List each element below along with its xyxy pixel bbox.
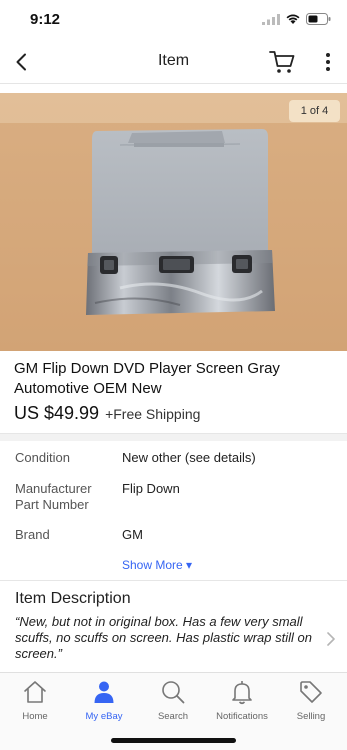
tab-my-ebay[interactable]: My eBay [72, 679, 136, 722]
listing-title: GM Flip Down DVD Player Screen Gray Auto… [14, 360, 280, 397]
home-indicator [111, 738, 236, 743]
person-icon [94, 681, 114, 703]
more-options-button[interactable] [318, 50, 338, 74]
section-divider [0, 433, 347, 441]
home-icon [24, 681, 46, 703]
item-description-heading: Item Description [15, 590, 131, 607]
tab-label: Notifications [216, 711, 268, 722]
tab-home[interactable]: Home [3, 679, 67, 722]
spec-label-mpn: Manufacturer Part Number [15, 481, 92, 512]
tag-icon [300, 681, 322, 703]
spec-value-condition[interactable]: New other (see details) [122, 450, 256, 466]
section-divider [0, 580, 347, 581]
search-icon [162, 681, 185, 704]
item-description-text[interactable]: “New, but not in original box. Has a few… [15, 614, 321, 662]
cart-icon [269, 51, 295, 73]
status-icons [262, 13, 331, 25]
tab-selling[interactable]: Selling [279, 679, 343, 722]
show-more-link[interactable]: Show More ▾ [122, 558, 192, 572]
signal-icon [262, 13, 280, 25]
tab-label: Search [157, 711, 189, 722]
price-row: US $49.99 +Free Shipping [14, 403, 200, 424]
status-bar: 9:12 [0, 0, 347, 40]
tab-search[interactable]: Search [141, 679, 205, 722]
status-time: 9:12 [30, 11, 61, 28]
bell-icon [232, 681, 252, 705]
spec-value-brand: GM [122, 527, 143, 542]
tab-label: Home [22, 711, 48, 722]
spec-label-brand: Brand [15, 527, 50, 542]
cart-button[interactable] [268, 48, 296, 76]
shipping-info: +Free Shipping [105, 406, 201, 422]
more-vertical-icon [326, 53, 330, 71]
nav-bar: Item [0, 40, 347, 84]
spec-value-mpn: Flip Down [122, 481, 180, 496]
tab-notifications[interactable]: Notifications [210, 679, 274, 722]
photo-counter: 1 of 4 [289, 100, 340, 122]
tab-label: Selling [296, 711, 326, 722]
price: US $49.99 [14, 403, 100, 423]
spec-label-condition: Condition [15, 450, 70, 465]
product-photo [0, 93, 347, 351]
tab-label: My eBay [85, 711, 123, 722]
chevron-right-icon[interactable] [325, 631, 337, 647]
wifi-icon [286, 14, 300, 24]
battery-icon [306, 13, 331, 25]
product-image[interactable] [0, 93, 347, 351]
